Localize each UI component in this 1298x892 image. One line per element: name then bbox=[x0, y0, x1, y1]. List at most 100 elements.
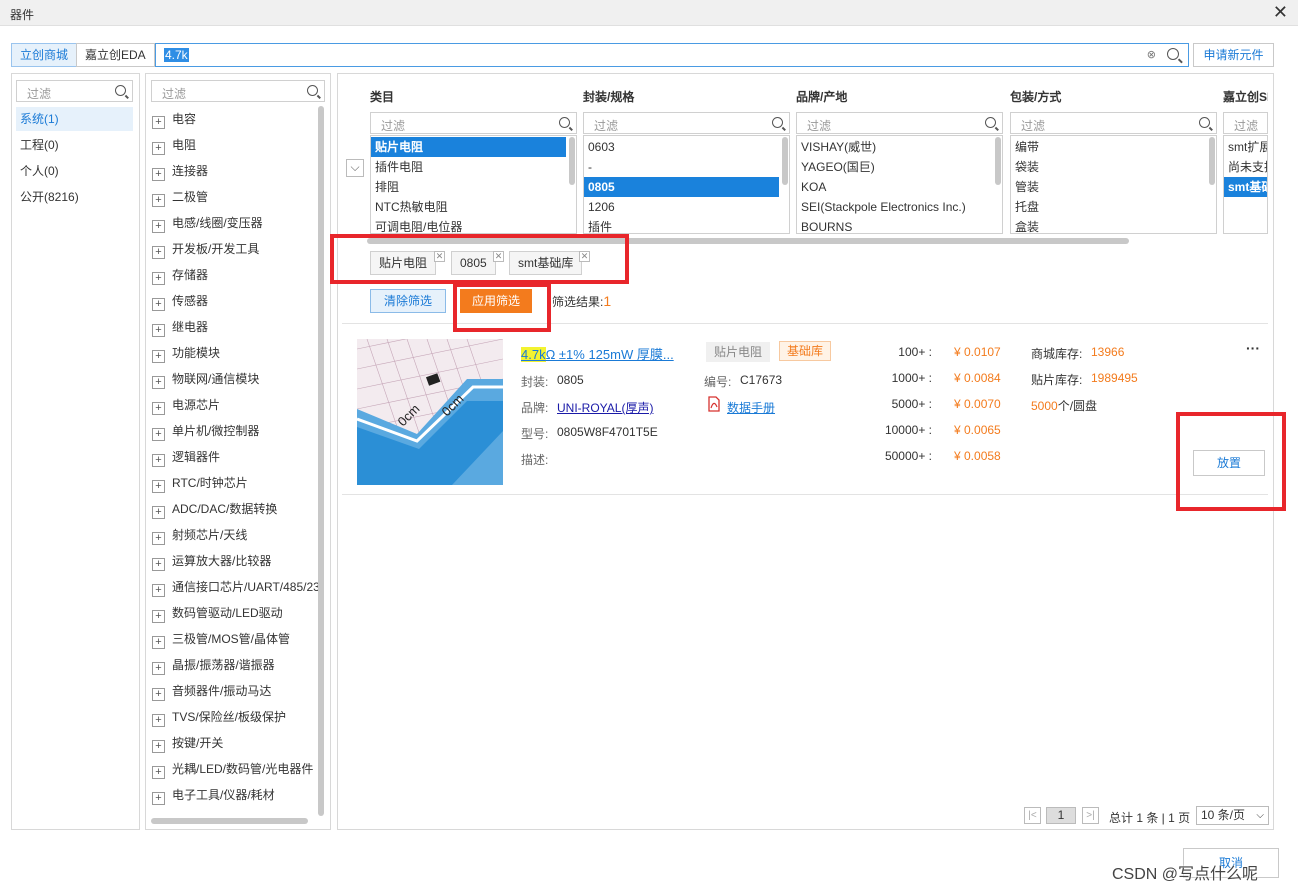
expand-icon[interactable]: + bbox=[152, 246, 165, 259]
expand-icon[interactable]: + bbox=[152, 272, 165, 285]
category-item[interactable]: + 按键/开关 bbox=[152, 730, 318, 756]
category-item[interactable]: + 存储器 bbox=[152, 262, 318, 288]
search-icon[interactable] bbox=[115, 85, 126, 96]
search-icon[interactable] bbox=[985, 117, 996, 128]
filter-option[interactable]: - bbox=[584, 157, 779, 177]
filter-option[interactable]: 管装 bbox=[1011, 177, 1206, 197]
category-item[interactable]: + 运算放大器/比较器 bbox=[152, 548, 318, 574]
filter-option[interactable]: BOURNS bbox=[797, 217, 992, 233]
expand-icon[interactable]: + bbox=[152, 480, 165, 493]
tab-jlc-eda[interactable]: 嘉立创EDA bbox=[76, 43, 155, 67]
library-item-project[interactable]: 工程(0) bbox=[16, 133, 133, 157]
list-scrollbar[interactable] bbox=[1209, 137, 1215, 185]
close-icon[interactable]: ✕ bbox=[1273, 2, 1288, 23]
category-item[interactable]: + 通信接口芯片/UART/485/232 bbox=[152, 574, 318, 600]
search-icon[interactable] bbox=[1167, 48, 1179, 60]
datasheet-link[interactable]: 数据手册 bbox=[727, 399, 775, 416]
search-icon[interactable] bbox=[559, 117, 570, 128]
expand-icon[interactable]: + bbox=[152, 740, 165, 753]
brand-link[interactable]: UNI-ROYAL(厚声) bbox=[557, 399, 653, 416]
category-item[interactable]: + 连接器 bbox=[152, 158, 318, 184]
category-item[interactable]: + 电感/线圈/变压器 bbox=[152, 210, 318, 236]
product-title-link[interactable]: 4.7kΩ ±1% 125mW 厚膜... bbox=[521, 344, 674, 363]
category-item[interactable]: + 音频器件/振动马达 bbox=[152, 678, 318, 704]
expand-icon[interactable]: + bbox=[152, 558, 165, 571]
expand-icon[interactable]: + bbox=[152, 766, 165, 779]
category-item[interactable]: + 继电器 bbox=[152, 314, 318, 340]
category-item[interactable]: + 光耦/LED/数码管/光电器件 bbox=[152, 756, 318, 782]
expand-icon[interactable]: + bbox=[152, 168, 165, 181]
clear-icon[interactable]: ⊗ bbox=[1147, 48, 1156, 61]
category-item[interactable]: + RTC/时钟芯片 bbox=[152, 470, 318, 496]
expand-icon[interactable]: + bbox=[152, 610, 165, 623]
filter-option[interactable]: 1206 bbox=[584, 197, 779, 217]
filter-option[interactable]: 尚未支持 bbox=[1224, 157, 1267, 177]
current-page[interactable]: 1 bbox=[1046, 807, 1076, 824]
expand-icon[interactable]: + bbox=[152, 792, 165, 805]
last-page-icon[interactable]: >| bbox=[1082, 807, 1099, 824]
library-item-system[interactable]: 系统(1) bbox=[16, 107, 133, 131]
library-item-personal[interactable]: 个人(0) bbox=[16, 159, 133, 183]
category-item[interactable]: + 开发板/开发工具 bbox=[152, 236, 318, 262]
filter-option[interactable]: KOA bbox=[797, 177, 992, 197]
filter-option[interactable]: 可调电阻/电位器 bbox=[371, 217, 566, 233]
category-hscrollbar[interactable] bbox=[151, 818, 308, 824]
category-item[interactable]: + ADC/DAC/数据转换 bbox=[152, 496, 318, 522]
filter-option[interactable]: 贴片电阻 bbox=[371, 137, 566, 157]
library-filter-input[interactable]: 过滤 bbox=[16, 80, 133, 102]
category-item[interactable]: + 单片机/微控制器 bbox=[152, 418, 318, 444]
filter-option[interactable]: NTC热敏电阻 bbox=[371, 197, 566, 217]
category-scrollbar[interactable] bbox=[318, 106, 324, 816]
category-item[interactable]: + 电容 bbox=[152, 106, 318, 132]
filter-option[interactable]: 插件 bbox=[584, 217, 779, 233]
expand-icon[interactable]: + bbox=[152, 584, 165, 597]
filter-option[interactable]: 排阻 bbox=[371, 177, 566, 197]
filter-option[interactable]: 插件电阻 bbox=[371, 157, 566, 177]
filter-option[interactable]: VISHAY(威世) bbox=[797, 137, 992, 157]
filter-option[interactable]: SEI(Stackpole Electronics Inc.) bbox=[797, 197, 992, 217]
first-page-icon[interactable]: |< bbox=[1024, 807, 1041, 824]
expand-icon[interactable]: + bbox=[152, 324, 165, 337]
category-item[interactable]: + 逻辑器件 bbox=[152, 444, 318, 470]
column-filter-input[interactable]: 过滤 bbox=[1010, 112, 1217, 134]
search-icon[interactable] bbox=[1199, 117, 1210, 128]
category-item[interactable]: + 电源芯片 bbox=[152, 392, 318, 418]
library-item-public[interactable]: 公开(8216) bbox=[16, 185, 133, 209]
filter-option[interactable]: 0805 bbox=[584, 177, 779, 197]
chevron-down-icon[interactable]: ⌵ bbox=[346, 159, 364, 177]
category-filter-input[interactable]: 过滤 bbox=[151, 80, 325, 102]
tab-lcsc-mall[interactable]: 立创商城 bbox=[11, 43, 78, 67]
list-scrollbar[interactable] bbox=[782, 137, 788, 185]
category-item[interactable]: + TVS/保险丝/板级保护 bbox=[152, 704, 318, 730]
search-icon[interactable] bbox=[307, 85, 318, 96]
apply-new-component-button[interactable]: 申请新元件 bbox=[1193, 43, 1274, 67]
expand-icon[interactable]: + bbox=[152, 142, 165, 155]
expand-icon[interactable]: + bbox=[152, 376, 165, 389]
category-item[interactable]: + 射频芯片/天线 bbox=[152, 522, 318, 548]
category-item[interactable]: + 三极管/MOS管/晶体管 bbox=[152, 626, 318, 652]
column-filter-input[interactable]: 过滤 bbox=[370, 112, 577, 134]
expand-icon[interactable]: + bbox=[152, 194, 165, 207]
expand-icon[interactable]: + bbox=[152, 714, 165, 727]
category-item[interactable]: + 传感器 bbox=[152, 288, 318, 314]
expand-icon[interactable]: + bbox=[152, 636, 165, 649]
clear-filter-button[interactable]: 清除筛选 bbox=[370, 289, 446, 313]
search-icon[interactable] bbox=[772, 117, 783, 128]
expand-icon[interactable]: + bbox=[152, 402, 165, 415]
filter-option[interactable]: 编带 bbox=[1011, 137, 1206, 157]
filter-option[interactable]: smt扩展库 bbox=[1224, 137, 1267, 157]
search-input[interactable]: 4.7k ⊗ bbox=[155, 43, 1189, 67]
list-scrollbar[interactable] bbox=[995, 137, 1001, 185]
expand-icon[interactable]: + bbox=[152, 350, 165, 363]
category-item[interactable]: + 二极管 bbox=[152, 184, 318, 210]
category-item[interactable]: + 晶振/振荡器/谐振器 bbox=[152, 652, 318, 678]
expand-icon[interactable]: + bbox=[152, 662, 165, 675]
column-filter-input[interactable]: 过滤 bbox=[1223, 112, 1268, 134]
expand-icon[interactable]: + bbox=[152, 428, 165, 441]
expand-icon[interactable]: + bbox=[152, 532, 165, 545]
page-size-select[interactable]: 10 条/页 ⌵ bbox=[1196, 806, 1269, 825]
expand-icon[interactable]: + bbox=[152, 506, 165, 519]
list-scrollbar[interactable] bbox=[569, 137, 575, 185]
column-filter-input[interactable]: 过滤 bbox=[583, 112, 790, 134]
expand-icon[interactable]: + bbox=[152, 116, 165, 129]
